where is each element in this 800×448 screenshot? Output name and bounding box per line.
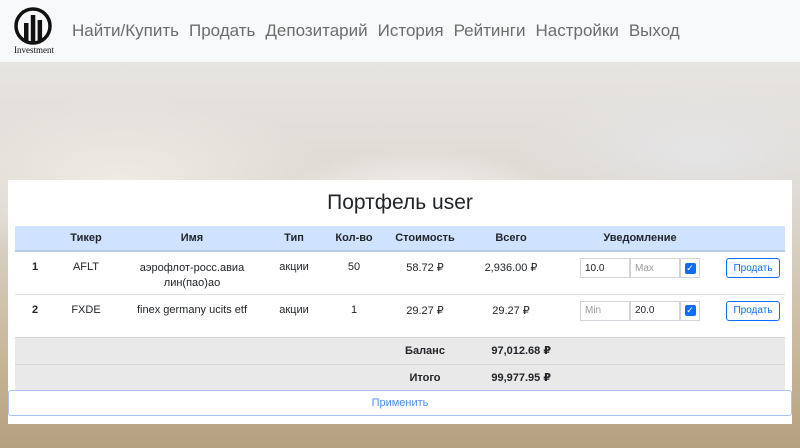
row-quantity: 50 bbox=[347, 261, 361, 273]
sell-button[interactable]: Продать bbox=[726, 258, 780, 278]
row-type: акции bbox=[279, 261, 309, 273]
row-price: 58.72 ₽ bbox=[406, 262, 444, 274]
notification-controls: ✓ bbox=[559, 258, 721, 278]
column-header-quantity: Кол-во bbox=[321, 226, 387, 252]
row-index: 1 bbox=[31, 261, 39, 273]
sell-button[interactable]: Продать bbox=[726, 300, 780, 321]
column-header-name: Имя bbox=[117, 226, 267, 252]
row-ticker: FXDE bbox=[71, 303, 101, 316]
notify-max-input[interactable] bbox=[630, 258, 680, 278]
column-header-ticker: Тикер bbox=[55, 226, 117, 252]
row-total: 2,936.00 ₽ bbox=[484, 262, 538, 274]
column-header-action bbox=[721, 226, 785, 252]
portfolio-title: Портфель user bbox=[327, 191, 473, 214]
balance-value: 97,012.68 ₽ bbox=[463, 336, 559, 364]
row-notification: ✓ bbox=[559, 294, 721, 337]
nav-link-logout[interactable]: Выход bbox=[629, 21, 680, 41]
row-index: 2 bbox=[31, 303, 39, 316]
table-header-row: Тикер Имя Тип Кол-во Стоимость Всего Уве… bbox=[15, 226, 785, 252]
checkmark-icon: ✓ bbox=[684, 305, 696, 316]
row-total: 29.27 ₽ bbox=[492, 304, 530, 317]
grand-total-label: Итого bbox=[387, 363, 463, 391]
nav-link-ratings[interactable]: Рейтинги bbox=[454, 21, 526, 41]
nav-links: Найти/Купить Продать Депозитарий История… bbox=[72, 21, 680, 41]
portfolio-table: Тикер Имя Тип Кол-во Стоимость Всего Уве… bbox=[15, 226, 785, 391]
row-price: 29.27 ₽ bbox=[406, 304, 444, 317]
notify-checkbox[interactable]: ✓ bbox=[680, 300, 700, 321]
grand-total-value: 99,977.95 ₽ bbox=[463, 363, 559, 391]
nav-link-settings[interactable]: Настройки bbox=[535, 21, 618, 41]
nav-link-depository[interactable]: Депозитарий bbox=[265, 21, 367, 41]
nav-link-history[interactable]: История bbox=[378, 21, 444, 41]
apply-button[interactable]: Применить bbox=[8, 390, 792, 416]
bar-chart-circle-icon bbox=[14, 7, 52, 45]
portfolio-card: Портфель user Тикер Имя Тип Кол-во Стоим… bbox=[8, 180, 792, 424]
table-row: 1 AFLT аэрофлот-росс.авиалин(пао)ао акци… bbox=[15, 251, 785, 294]
row-name: finex germany ucits etf bbox=[136, 303, 248, 316]
row-type: акции bbox=[279, 303, 309, 316]
row-notification: ✓ bbox=[559, 251, 721, 294]
column-header-index bbox=[15, 226, 55, 252]
balance-label: Баланс bbox=[387, 336, 463, 364]
table-row: 2 FXDE finex germany ucits etf акции 1 2… bbox=[15, 294, 785, 337]
navbar: Investment Найти/Купить Продать Депозита… bbox=[0, 0, 800, 62]
row-name-text: аэрофлот-росс.авиалин(пао)ао bbox=[139, 262, 245, 289]
nav-link-sell[interactable]: Продать bbox=[189, 21, 255, 41]
row-action: Продать bbox=[721, 251, 785, 294]
column-header-type: Тип bbox=[267, 226, 321, 252]
brand-text: Investment bbox=[14, 45, 54, 55]
row-action: Продать bbox=[721, 294, 785, 337]
checkmark-icon: ✓ bbox=[684, 262, 696, 274]
column-header-price: Стоимость bbox=[387, 226, 463, 252]
row-ticker: AFLT bbox=[72, 261, 100, 273]
notify-max-input[interactable] bbox=[630, 300, 680, 321]
row-quantity: 1 bbox=[350, 303, 358, 316]
notify-checkbox[interactable]: ✓ bbox=[680, 258, 700, 278]
column-header-notification: Уведомление bbox=[559, 226, 721, 252]
brand-logo[interactable]: Investment bbox=[8, 3, 58, 59]
nav-link-find-buy[interactable]: Найти/Купить bbox=[72, 21, 179, 41]
grand-total-row: Итого 99,977.95 ₽ bbox=[15, 363, 785, 391]
column-header-total: Всего bbox=[463, 226, 559, 252]
notify-min-input[interactable] bbox=[580, 300, 630, 321]
balance-row: Баланс 97,012.68 ₽ bbox=[15, 336, 785, 364]
row-name: аэрофлот-росс.авиалин(пао)ао bbox=[117, 251, 267, 294]
notification-controls: ✓ bbox=[559, 300, 721, 321]
notify-min-input[interactable] bbox=[580, 258, 630, 278]
